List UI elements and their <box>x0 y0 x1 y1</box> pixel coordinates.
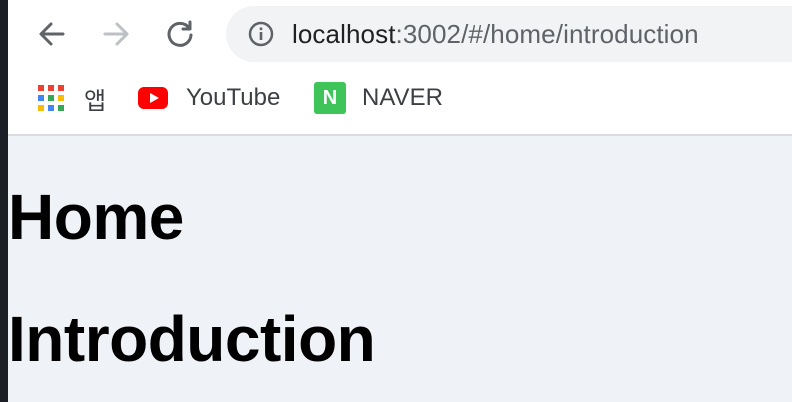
arrow-left-icon <box>39 22 65 46</box>
naver-icon: N <box>314 82 346 114</box>
bookmark-naver-label: NAVER <box>362 84 443 111</box>
reload-button[interactable] <box>160 14 200 54</box>
address-bar[interactable]: localhost:3002/#/home/introduction <box>226 6 792 62</box>
apps-grid-icon <box>38 85 64 111</box>
heading-home: Home <box>8 181 184 253</box>
bookmark-apps[interactable]: 앱 <box>38 82 107 115</box>
bookmark-apps-label: 앱 <box>84 87 107 115</box>
url-path: :3002/#/home/introduction <box>395 19 699 49</box>
browser-window: localhost:3002/#/home/introduction 앱 You… <box>8 0 792 402</box>
bookmarks-bar: 앱 YouTube N NAVER <box>8 68 792 136</box>
bookmark-youtube-label: YouTube <box>186 84 281 111</box>
forward-button[interactable] <box>96 14 136 54</box>
browser-toolbar: localhost:3002/#/home/introduction <box>8 0 792 68</box>
page-content: Home Introduction <box>8 136 792 402</box>
youtube-icon <box>138 87 168 109</box>
heading-introduction: Introduction <box>8 303 376 375</box>
bookmark-naver[interactable]: N NAVER <box>314 82 443 114</box>
url-text[interactable]: localhost:3002/#/home/introduction <box>292 20 699 48</box>
url-host: localhost <box>292 19 396 49</box>
reload-icon <box>167 20 193 47</box>
bookmark-youtube[interactable]: YouTube <box>138 82 280 114</box>
info-icon[interactable] <box>248 21 274 47</box>
back-button[interactable] <box>32 14 72 54</box>
arrow-right-icon <box>103 22 129 46</box>
